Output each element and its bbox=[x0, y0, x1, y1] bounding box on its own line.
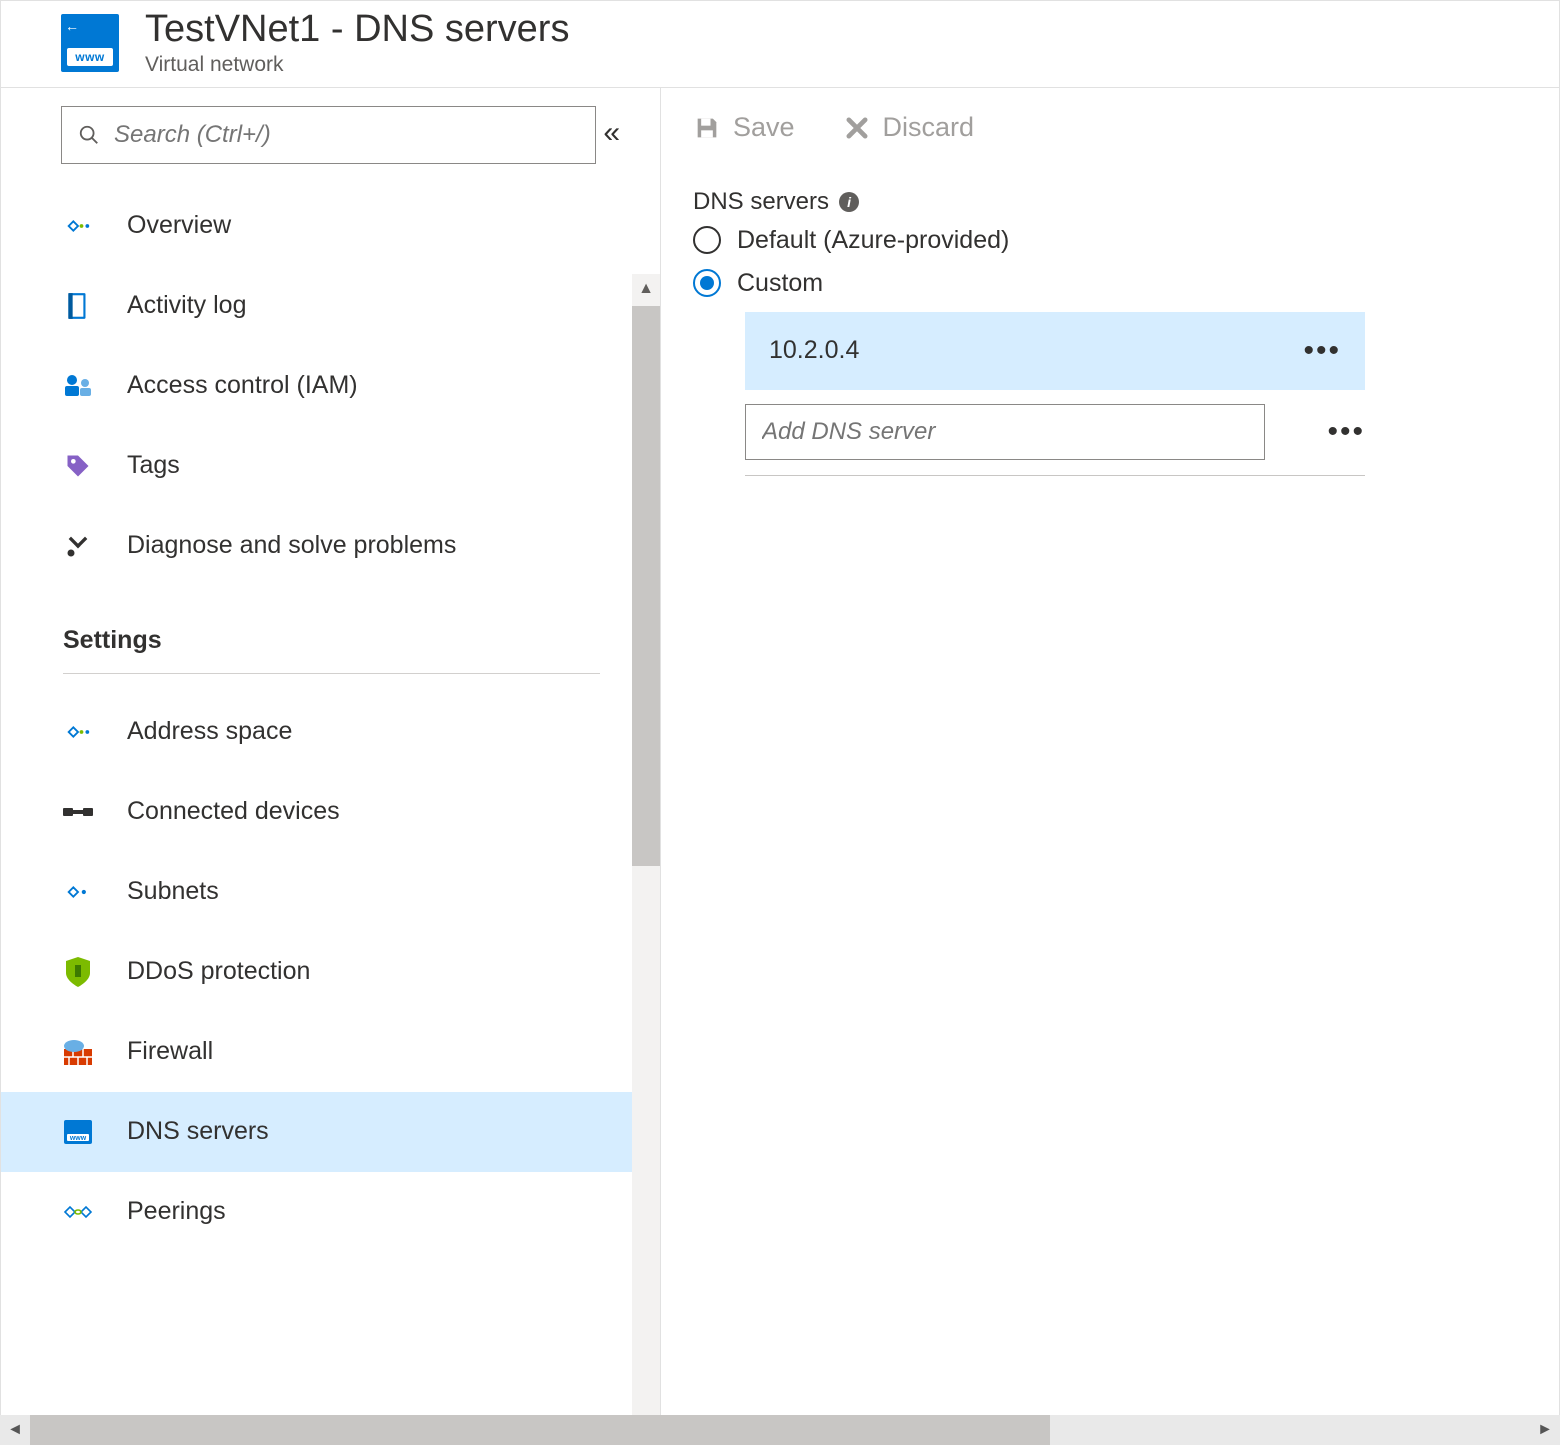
field-label: DNS servers bbox=[693, 188, 829, 216]
sidebar-item-firewall[interactable]: Firewall bbox=[1, 1012, 660, 1092]
toolbar: Save Discard bbox=[661, 88, 1559, 168]
firewall-icon bbox=[63, 1037, 93, 1067]
scrollbar-thumb[interactable] bbox=[632, 306, 660, 866]
sidebar-item-label: Subnets bbox=[127, 877, 219, 906]
sidebar-item-label: Address space bbox=[127, 717, 292, 746]
sidebar-item-tags[interactable]: Tags bbox=[1, 426, 660, 506]
sidebar-item-label: Access control (IAM) bbox=[127, 371, 358, 400]
page-title: TestVNet1 - DNS servers bbox=[145, 9, 569, 51]
peerings-icon bbox=[63, 1197, 93, 1227]
dns-entry-row[interactable]: 10.2.0.4 ••• bbox=[745, 312, 1365, 390]
scroll-left-arrow-icon[interactable]: ◄ bbox=[0, 1415, 30, 1445]
section-divider bbox=[63, 673, 600, 674]
page-subtitle: Virtual network bbox=[145, 53, 569, 77]
dns-server-list: 10.2.0.4 ••• ••• bbox=[745, 312, 1365, 476]
sidebar-item-label: Diagnose and solve problems bbox=[127, 531, 456, 560]
sidebar-item-overview[interactable]: Overview bbox=[1, 186, 660, 266]
sidebar-item-subnets[interactable]: Subnets bbox=[1, 852, 660, 932]
save-button[interactable]: Save bbox=[693, 112, 795, 143]
sidebar-item-label: Tags bbox=[127, 451, 180, 480]
dns-icon: www bbox=[63, 1117, 93, 1147]
dns-entry-value: 10.2.0.4 bbox=[769, 336, 859, 365]
back-arrow-icon: ← bbox=[65, 18, 79, 34]
search-row: « bbox=[61, 88, 660, 186]
radio-option-default[interactable]: Default (Azure-provided) bbox=[693, 226, 1519, 255]
dns-entry-menu-button[interactable]: ••• bbox=[1303, 334, 1341, 368]
radio-icon bbox=[693, 269, 721, 297]
search-icon bbox=[78, 124, 100, 146]
resource-icon-text: www bbox=[67, 48, 113, 66]
collapse-sidebar-button[interactable]: « bbox=[603, 116, 620, 150]
sidebar-item-label: DDoS protection bbox=[127, 957, 310, 986]
svg-text:www: www bbox=[69, 1135, 87, 1142]
discard-button[interactable]: Discard bbox=[843, 112, 975, 143]
add-dns-input[interactable] bbox=[745, 404, 1265, 460]
field-label-row: DNS servers i bbox=[693, 188, 1519, 216]
sidebar-item-peerings[interactable]: Peerings bbox=[1, 1172, 660, 1252]
sidebar-item-connected-devices[interactable]: Connected devices bbox=[1, 772, 660, 852]
sidebar-item-label: Activity log bbox=[127, 291, 246, 320]
sidebar-item-label: Firewall bbox=[127, 1037, 213, 1066]
subnets-icon bbox=[63, 877, 93, 907]
scroll-up-arrow-icon[interactable]: ▲ bbox=[632, 274, 660, 304]
dns-form: DNS servers i Default (Azure-provided) C… bbox=[661, 168, 1559, 476]
blade-header: ← www TestVNet1 - DNS servers Virtual ne… bbox=[1, 1, 1559, 88]
address-space-icon bbox=[63, 717, 93, 747]
blade-body: « ▲ ▼ Overview bbox=[1, 88, 1559, 1444]
connected-devices-icon bbox=[63, 797, 93, 827]
nav-scroll: ▲ ▼ Overview Activity bbox=[1, 186, 660, 1444]
radio-label: Custom bbox=[737, 269, 823, 298]
overview-icon bbox=[63, 211, 93, 241]
activity-log-icon bbox=[63, 291, 93, 321]
diagnose-icon bbox=[63, 531, 93, 561]
info-icon[interactable]: i bbox=[839, 192, 859, 212]
tags-icon bbox=[63, 451, 93, 481]
discard-icon bbox=[843, 114, 871, 142]
dns-add-menu-button[interactable]: ••• bbox=[1327, 415, 1365, 449]
sidebar-item-diagnose[interactable]: Diagnose and solve problems bbox=[1, 506, 660, 586]
sidebar-item-label: Peerings bbox=[127, 1197, 226, 1226]
section-header-settings: Settings bbox=[1, 586, 660, 667]
search-input[interactable] bbox=[114, 121, 579, 149]
radio-icon bbox=[693, 226, 721, 254]
horizontal-scroll-thumb[interactable] bbox=[30, 1415, 1050, 1445]
radio-label: Default (Azure-provided) bbox=[737, 226, 1009, 255]
sidebar-item-dns-servers[interactable]: www DNS servers bbox=[1, 1092, 660, 1172]
iam-icon bbox=[63, 371, 93, 401]
scroll-right-arrow-icon[interactable]: ► bbox=[1530, 1415, 1560, 1445]
save-icon bbox=[693, 114, 721, 142]
dns-add-row: ••• bbox=[745, 404, 1365, 476]
sidebar-item-ddos[interactable]: DDoS protection bbox=[1, 932, 660, 1012]
sidebar: « ▲ ▼ Overview bbox=[1, 88, 661, 1444]
sidebar-item-label: Connected devices bbox=[127, 797, 340, 826]
title-block: TestVNet1 - DNS servers Virtual network bbox=[145, 9, 569, 77]
sidebar-item-access-control[interactable]: Access control (IAM) bbox=[1, 346, 660, 426]
sidebar-item-label: DNS servers bbox=[127, 1117, 269, 1146]
main-content: Save Discard DNS servers i Default (Azur… bbox=[661, 88, 1559, 1444]
radio-option-custom[interactable]: Custom bbox=[693, 269, 1519, 298]
resource-icon: ← www bbox=[61, 14, 145, 72]
blade-root: ← www TestVNet1 - DNS servers Virtual ne… bbox=[0, 0, 1560, 1445]
discard-label: Discard bbox=[883, 112, 975, 143]
shield-icon bbox=[63, 957, 93, 987]
sidebar-item-label: Overview bbox=[127, 211, 231, 240]
sidebar-item-address-space[interactable]: Address space bbox=[1, 692, 660, 772]
horizontal-scrollbar[interactable]: ◄ ► bbox=[0, 1415, 1560, 1445]
save-label: Save bbox=[733, 112, 795, 143]
sidebar-item-activity-log[interactable]: Activity log bbox=[1, 266, 660, 346]
nav-list: Overview Activity log Access control (IA… bbox=[1, 186, 660, 1272]
search-box[interactable] bbox=[61, 106, 596, 164]
